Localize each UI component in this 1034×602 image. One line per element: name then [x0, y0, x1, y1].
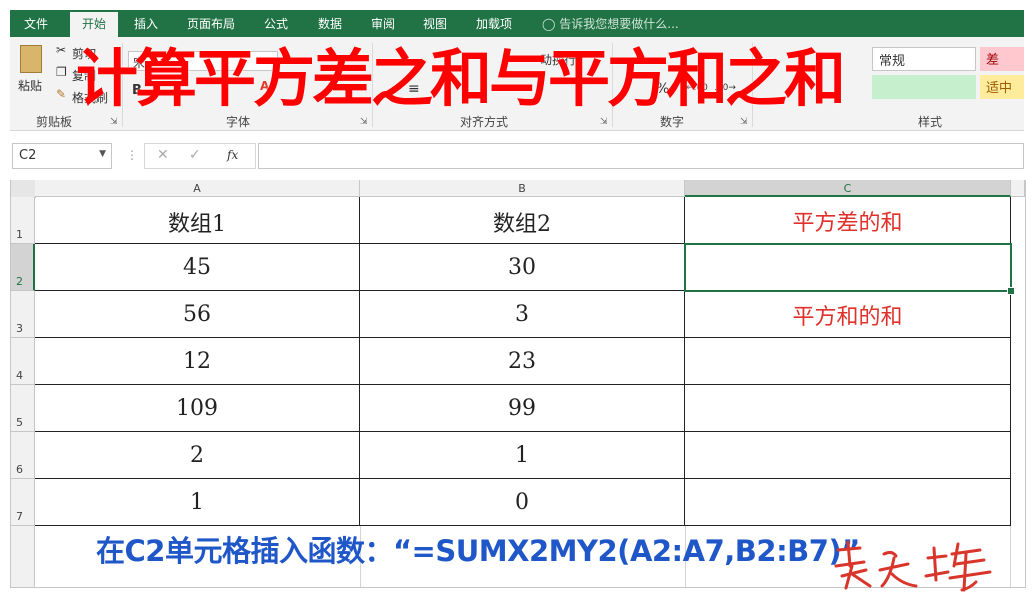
formula-bar: C2 ▼ ⋮ ✕ ✓ fx: [10, 140, 1024, 172]
style-neutral[interactable]: 适中: [980, 75, 1024, 99]
chevron-down-icon[interactable]: ▼: [99, 149, 106, 159]
tab-file[interactable]: 文件: [24, 15, 48, 32]
tab-page-layout[interactable]: 页面布局: [187, 15, 235, 32]
row-header-7[interactable]: 7: [11, 479, 35, 526]
style-bad[interactable]: 差: [980, 47, 1024, 71]
paste-icon: [20, 45, 42, 73]
signature-logo: [834, 540, 992, 592]
cell-c1[interactable]: 平方差的和: [685, 197, 1011, 244]
formula-caption: 在C2单元格插入函数：“=SUMX2MY2(A2:A7,B2:B7)”: [96, 534, 860, 568]
enter-icon[interactable]: ✓: [189, 147, 201, 163]
row-header-3[interactable]: 3: [11, 291, 35, 338]
row-header-1[interactable]: 1: [11, 197, 35, 244]
styles-group-label: 样式: [918, 115, 943, 129]
cell-a5[interactable]: 109: [35, 385, 360, 432]
cancel-icon[interactable]: ✕: [157, 147, 169, 163]
cell-c4[interactable]: [685, 338, 1011, 385]
cell-c7[interactable]: [685, 479, 1011, 526]
row-header-4[interactable]: 4: [11, 338, 35, 385]
cell-c6[interactable]: [685, 432, 1011, 479]
tab-view[interactable]: 视图: [423, 15, 447, 32]
row-header-5[interactable]: 5: [11, 385, 35, 432]
worksheet-grid: A B C 1 2 3 4 5 6 7 数组1 数组2 平方差的和 45 30 …: [10, 180, 1026, 588]
ribbon-tab-bar: 文件 开始 插入 页面布局 公式 数据 审阅 视图 加载项 ◯ 告诉我您想要做什…: [10, 10, 1024, 37]
cell-a6[interactable]: 2: [35, 432, 360, 479]
tell-me-text: 告诉我您想要做什么...: [559, 17, 679, 31]
clipboard-group-label: 剪贴板: [36, 115, 73, 129]
tab-review[interactable]: 审阅: [371, 15, 395, 32]
style-normal[interactable]: 常规: [872, 47, 976, 71]
row-header-8[interactable]: [11, 526, 35, 587]
cell-b4[interactable]: 23: [360, 338, 685, 385]
format-painter-icon[interactable]: ✎: [56, 87, 66, 101]
tell-me-box[interactable]: ◯ 告诉我您想要做什么...: [542, 15, 679, 32]
active-cell-selection[interactable]: [684, 243, 1015, 295]
cut-icon[interactable]: ✂: [56, 43, 66, 57]
column-header-c[interactable]: C: [685, 180, 1011, 197]
cell-a7[interactable]: 1: [35, 479, 360, 526]
cell-a1[interactable]: 数组1: [35, 197, 360, 244]
cell-b1[interactable]: 数组2: [360, 197, 685, 244]
style-normal-label: 常规: [879, 54, 906, 69]
cell-b3[interactable]: 3: [360, 291, 685, 338]
column-header-a[interactable]: A: [35, 180, 360, 197]
row-header-6[interactable]: 6: [11, 432, 35, 479]
formula-input[interactable]: [258, 143, 1024, 169]
tab-formulas[interactable]: 公式: [264, 15, 288, 32]
lightbulb-icon: ◯: [542, 17, 556, 31]
insert-function-icon[interactable]: fx: [227, 148, 238, 162]
name-box-value: C2: [19, 148, 37, 163]
select-all-corner[interactable]: [11, 180, 36, 198]
style-neutral-label: 适中: [986, 81, 1013, 96]
row-header-2[interactable]: 2: [11, 244, 35, 291]
tab-home[interactable]: 开始: [70, 12, 119, 37]
more-options-icon[interactable]: ⋮: [126, 148, 138, 162]
tab-data[interactable]: 数据: [318, 15, 342, 32]
cell-a3[interactable]: 56: [35, 291, 360, 338]
column-header-b[interactable]: B: [360, 180, 685, 197]
paste-button[interactable]: 粘贴: [18, 77, 42, 94]
formula-buttons: ✕ ✓ fx: [144, 143, 256, 169]
style-good[interactable]: [872, 75, 976, 99]
column-header-d[interactable]: [1011, 180, 1025, 197]
cell-b7[interactable]: 0: [360, 479, 685, 526]
tab-insert[interactable]: 插入: [134, 15, 158, 32]
cell-a2[interactable]: 45: [35, 244, 360, 291]
copy-icon[interactable]: ❐: [56, 65, 67, 79]
overlay-title: 计算平方差之和与平方和之和: [76, 42, 846, 115]
name-box[interactable]: C2 ▼: [12, 143, 112, 169]
tab-addins[interactable]: 加载项: [476, 15, 512, 32]
cell-b2[interactable]: 30: [360, 244, 685, 291]
style-bad-label: 差: [986, 53, 1000, 68]
cell-b5[interactable]: 99: [360, 385, 685, 432]
cell-b6[interactable]: 1: [360, 432, 685, 479]
cell-c5[interactable]: [685, 385, 1011, 432]
cell-a4[interactable]: 12: [35, 338, 360, 385]
cell-c3[interactable]: 平方和的和: [685, 291, 1011, 338]
